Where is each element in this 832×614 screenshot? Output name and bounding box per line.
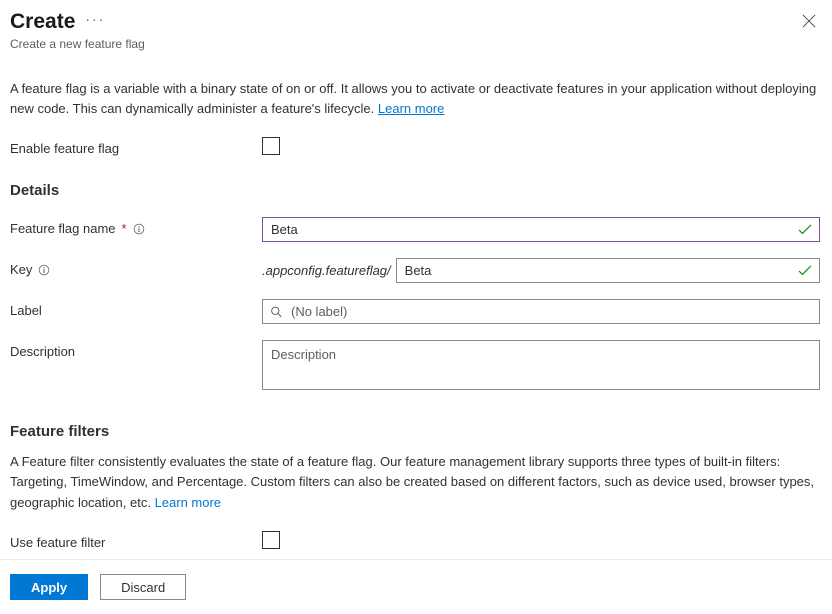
page-subtitle: Create a new feature flag	[10, 37, 820, 51]
name-input[interactable]	[262, 217, 820, 242]
filters-paragraph: A Feature filter consistently evaluates …	[10, 452, 820, 512]
use-filter-label: Use feature filter	[10, 535, 105, 550]
key-prefix: .appconfig.featureflag/	[262, 263, 391, 278]
filters-learn-more-link[interactable]: Learn more	[155, 495, 221, 510]
label-field-label: Label	[10, 303, 42, 318]
details-heading: Details	[10, 182, 820, 199]
intro-learn-more-link[interactable]: Learn more	[378, 101, 444, 116]
close-icon	[802, 14, 816, 28]
info-icon[interactable]	[38, 264, 50, 276]
enable-checkbox[interactable]	[262, 137, 280, 155]
intro-paragraph: A feature flag is a variable with a bina…	[10, 79, 820, 119]
info-icon[interactable]	[133, 223, 145, 235]
footer: Apply Discard	[0, 559, 832, 614]
key-label: Key	[10, 262, 32, 277]
filters-heading: Feature filters	[10, 423, 820, 440]
discard-button[interactable]: Discard	[100, 574, 186, 600]
more-menu-icon[interactable]: ···	[85, 12, 105, 26]
apply-button[interactable]: Apply	[10, 574, 88, 600]
key-input[interactable]	[396, 258, 820, 283]
description-textarea[interactable]	[262, 340, 820, 390]
filters-text: A Feature filter consistently evaluates …	[10, 454, 814, 509]
enable-label: Enable feature flag	[10, 141, 119, 156]
close-button[interactable]	[798, 10, 820, 35]
page-title: Create	[10, 10, 75, 34]
name-label: Feature flag name	[10, 221, 116, 236]
required-asterisk: *	[122, 221, 127, 236]
use-filter-checkbox[interactable]	[262, 531, 280, 549]
description-label: Description	[10, 344, 75, 359]
label-input[interactable]	[262, 299, 820, 324]
